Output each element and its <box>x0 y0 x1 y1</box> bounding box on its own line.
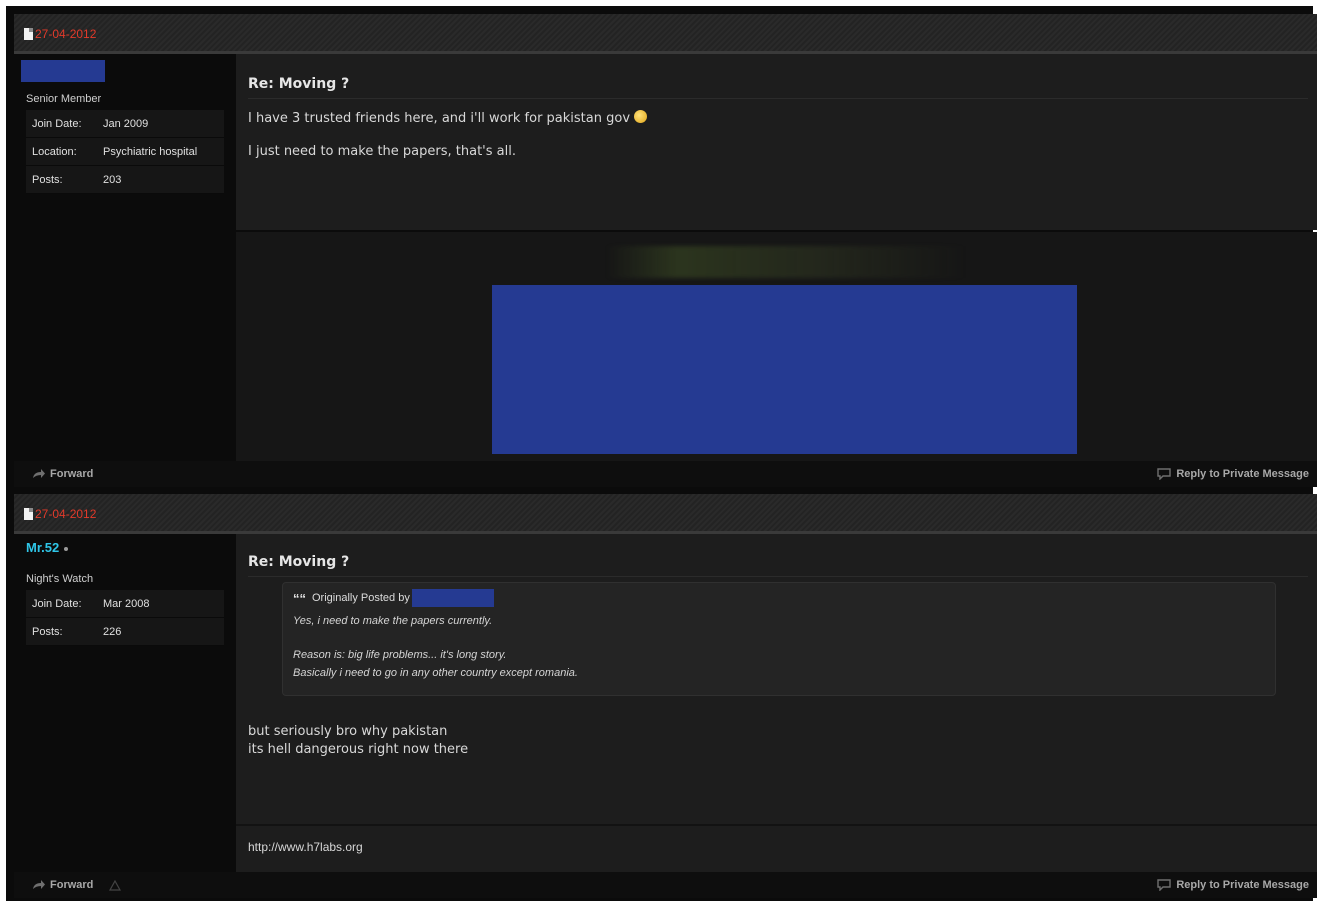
stat-row: Join Date: Mar 2008 <box>26 590 224 618</box>
post-header: 27-04-2012 <box>14 494 1317 534</box>
stat-value: 226 <box>103 625 122 638</box>
stat-label: Posts: <box>32 173 63 186</box>
stat-label: Join Date: <box>32 597 82 610</box>
stat-row: Join Date: Jan 2009 <box>26 110 224 138</box>
post-title: Re: Moving ? <box>248 554 350 570</box>
message-line: I just need to make the papers, that's a… <box>248 144 516 159</box>
report-warning-icon[interactable] <box>109 879 122 891</box>
attachment-area <box>236 232 1317 461</box>
document-icon <box>24 28 33 40</box>
stat-value: 203 <box>103 173 122 186</box>
forward-button[interactable]: Forward <box>32 879 122 891</box>
message-text: I have 3 trusted friends here, and i'll … <box>248 111 631 126</box>
post-date-wrap: 27-04-2012 <box>24 27 96 41</box>
message-line: but seriously bro why pakistan <box>248 724 448 739</box>
quote-author-redacted[interactable] <box>411 589 494 607</box>
reply-private-message-button[interactable]: Reply to Private Message <box>1157 468 1309 480</box>
stat-row: Location: Psychiatric hospital <box>26 138 224 166</box>
post-title: Re: Moving ? <box>248 76 350 92</box>
forward-label: Forward <box>50 468 94 480</box>
user-stats: Join Date: Jan 2009 Location: Psychiatri… <box>26 110 224 194</box>
message-line: its hell dangerous right now there <box>248 742 469 757</box>
post-header: 27-04-2012 <box>14 14 1317 54</box>
reply-label: Reply to Private Message <box>1176 879 1309 891</box>
post-content: Re: Moving ? ““ Originally Posted by Yes… <box>236 534 1317 824</box>
post-footer: Forward Reply to Private Message <box>14 461 1317 487</box>
post-footer: Forward Reply to Private Message <box>14 872 1317 898</box>
quote-line: Basically i need to go in any other coun… <box>293 667 578 679</box>
quote-line: Yes, i need to make the papers currently… <box>293 615 493 627</box>
user-info: Mr.52 Night's Watch Join Date: Mar 2008 … <box>14 540 236 860</box>
post-content: Re: Moving ? I have 3 trusted friends he… <box>236 54 1317 230</box>
forward-button[interactable]: Forward <box>32 468 93 480</box>
stat-value: Jan 2009 <box>103 117 149 130</box>
title-divider <box>248 98 1308 99</box>
user-stats: Join Date: Mar 2008 Posts: 226 <box>26 590 224 646</box>
redacted-attachment-image[interactable] <box>492 285 1077 454</box>
quote-line: Reason is: big life problems... it's lon… <box>293 649 507 661</box>
stat-value: Mar 2008 <box>103 597 150 610</box>
speech-bubble-icon <box>1157 879 1172 891</box>
user-title: Senior Member <box>26 93 102 105</box>
title-divider <box>248 576 1308 577</box>
quote-header: ““ Originally Posted by <box>293 589 494 607</box>
stat-label: Join Date: <box>32 117 82 130</box>
post-date: 27-04-2012 <box>35 27 97 41</box>
user-info: Senior Member Join Date: Jan 2009 Locati… <box>14 60 236 460</box>
post-date: 27-04-2012 <box>35 507 97 521</box>
reply-label: Reply to Private Message <box>1176 468 1309 480</box>
signature-area: http://www.h7labs.org <box>236 826 1317 872</box>
forward-icon <box>33 469 45 478</box>
blurred-image-edge <box>606 246 966 278</box>
signature-link[interactable]: http://www.h7labs.org <box>248 840 363 854</box>
stat-row: Posts: 203 <box>26 166 224 194</box>
quote-block: ““ Originally Posted by Yes, i need to m… <box>282 582 1276 696</box>
post: 27-04-2012 Senior Member Join Date: Jan … <box>14 14 1317 487</box>
quote-prefix: Originally Posted by <box>312 592 410 604</box>
reply-private-message-button[interactable]: Reply to Private Message <box>1157 879 1309 891</box>
stat-label: Posts: <box>32 625 63 638</box>
stat-value: Psychiatric hospital <box>103 145 198 158</box>
speech-bubble-icon <box>1157 468 1172 480</box>
post-date-wrap: 27-04-2012 <box>24 507 96 521</box>
forum-thread: 27-04-2012 Senior Member Join Date: Jan … <box>6 6 1317 901</box>
quote-icon: ““ <box>293 590 306 606</box>
user-title: Night's Watch <box>26 573 94 585</box>
document-icon <box>24 508 33 520</box>
username-link[interactable]: Mr.52 <box>26 540 69 555</box>
smiley-icon <box>634 110 648 123</box>
stat-label: Location: <box>32 145 77 158</box>
username-text: Mr.52 <box>26 540 60 555</box>
forward-icon <box>33 880 45 889</box>
forward-label: Forward <box>50 879 94 891</box>
username-redacted[interactable] <box>21 60 105 82</box>
message-line: I have 3 trusted friends here, and i'll … <box>248 110 648 126</box>
stat-row: Posts: 226 <box>26 618 224 646</box>
post: 27-04-2012 Mr.52 Night's Watch Join Date… <box>14 494 1317 898</box>
offline-status-icon <box>64 546 69 551</box>
